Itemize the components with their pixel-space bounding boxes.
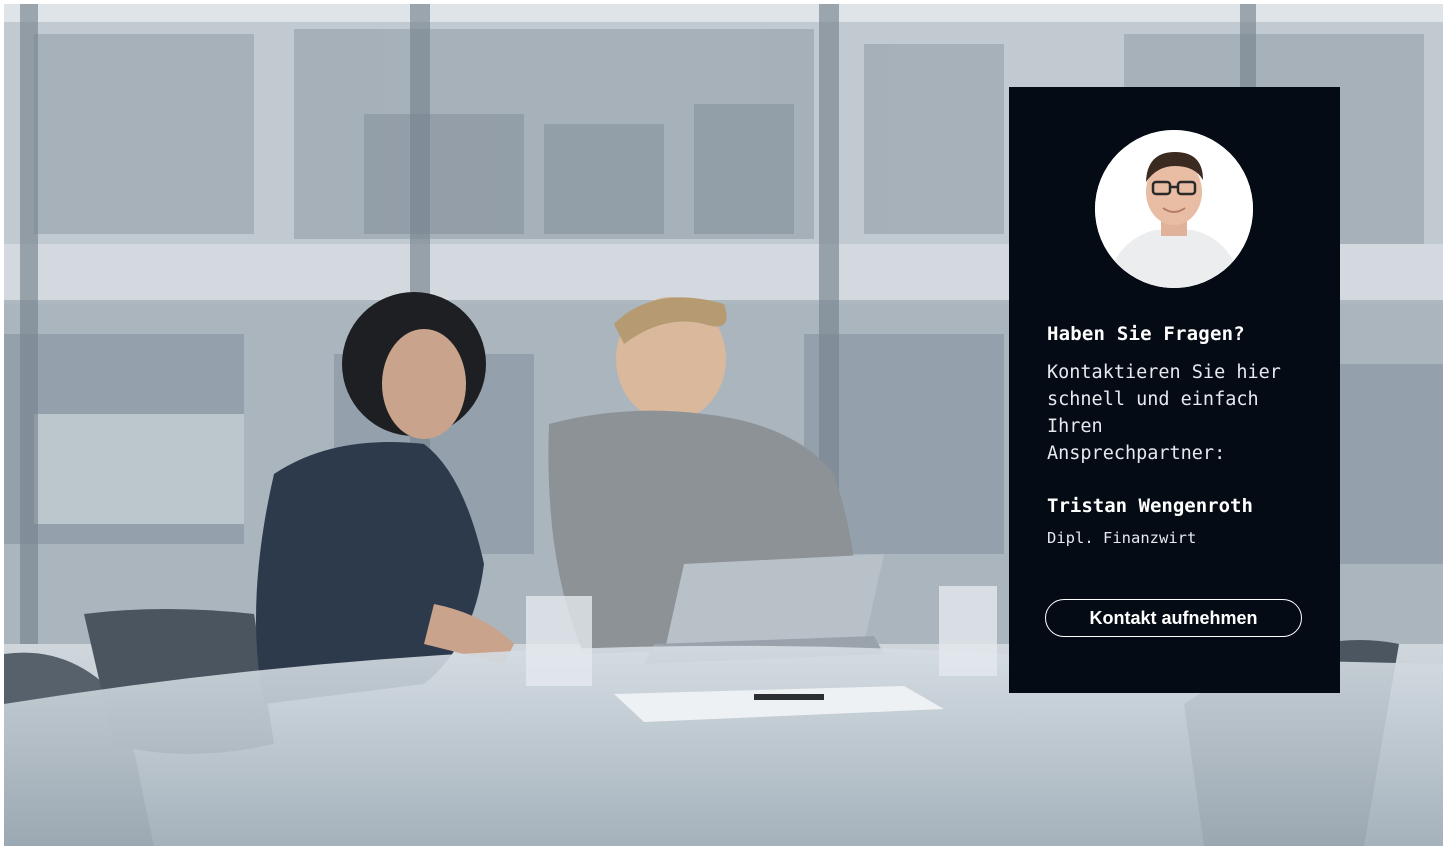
contact-person-avatar xyxy=(1095,130,1253,288)
contact-job-title: Dipl. Finanzwirt xyxy=(1047,529,1197,547)
contact-card: Haben Sie Fragen? Kontaktieren Sie hier … xyxy=(1009,87,1340,693)
contact-button[interactable]: Kontakt aufnehmen xyxy=(1045,599,1302,637)
contact-name: Tristan Wengenroth xyxy=(1047,495,1253,517)
card-heading: Haben Sie Fragen? xyxy=(1047,323,1245,345)
card-description: Kontaktieren Sie hier schnell und einfac… xyxy=(1047,362,1281,464)
contact-portrait-icon xyxy=(1095,130,1253,288)
